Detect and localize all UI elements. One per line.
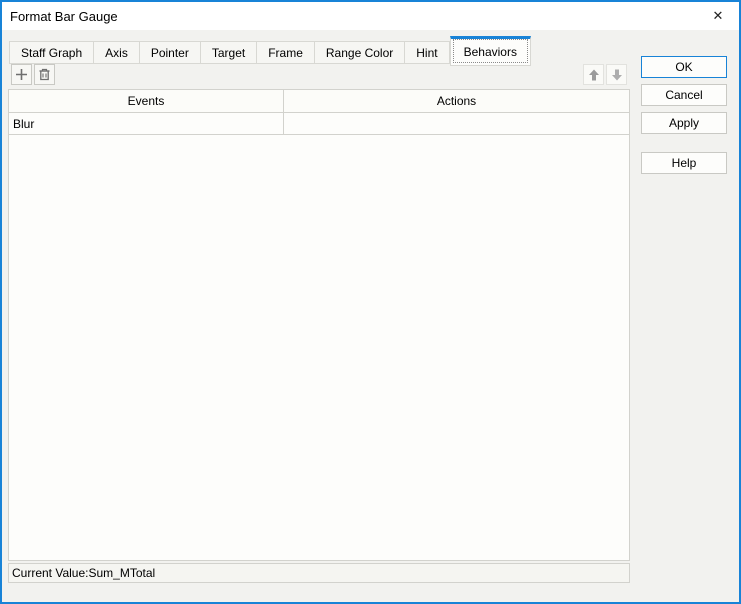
trash-icon (38, 68, 51, 81)
tab-target[interactable]: Target (200, 41, 258, 64)
status-text: Current Value:Sum_MTotal (12, 566, 156, 580)
tab-staff-graph[interactable]: Staff Graph (9, 41, 95, 64)
tab-label: Axis (105, 45, 128, 60)
tab-label: Range Color (325, 45, 394, 60)
up-arrow-icon (587, 68, 601, 82)
table-row[interactable]: Blur (9, 113, 629, 135)
delete-event-button[interactable] (34, 64, 55, 85)
table-empty-area (9, 135, 629, 560)
plus-icon (15, 68, 28, 81)
ok-button[interactable]: OK (641, 56, 727, 78)
cell-action[interactable] (284, 113, 629, 134)
tab-label: Target (211, 45, 246, 60)
move-down-button[interactable] (606, 64, 627, 85)
cancel-button[interactable]: Cancel (641, 84, 727, 106)
tab-label: Staff Graph (21, 45, 83, 60)
format-bar-gauge-dialog: Format Bar Gauge ✕ Staff Graph Axis Poin… (0, 0, 741, 604)
tab-pointer[interactable]: Pointer (139, 41, 201, 64)
cell-event[interactable]: Blur (9, 113, 284, 134)
add-event-button[interactable] (11, 64, 32, 85)
help-button[interactable]: Help (641, 152, 727, 174)
apply-button[interactable]: Apply (641, 112, 727, 134)
tab-range-color[interactable]: Range Color (314, 41, 406, 64)
tab-frame[interactable]: Frame (257, 41, 315, 64)
tab-label: Pointer (150, 45, 189, 60)
tab-hint[interactable]: Hint (405, 41, 450, 64)
tab-axis[interactable]: Axis (94, 41, 140, 64)
move-up-button[interactable] (583, 64, 604, 85)
down-arrow-icon (610, 68, 624, 82)
column-header-events[interactable]: Events (9, 90, 284, 112)
tab-label: Hint (416, 45, 438, 60)
tab-behaviors[interactable]: Behaviors (449, 36, 531, 66)
close-button[interactable]: ✕ (697, 2, 739, 30)
tabbar: Staff Graph Axis Pointer Target Frame Ra… (9, 34, 531, 66)
titlebar: Format Bar Gauge ✕ (2, 2, 739, 30)
close-icon: ✕ (712, 8, 724, 23)
status-bar: Current Value:Sum_MTotal (8, 563, 630, 583)
events-table: Events Actions Blur (8, 89, 630, 561)
table-header: Events Actions (9, 90, 629, 113)
tab-label: Behaviors (463, 45, 517, 59)
column-header-actions[interactable]: Actions (284, 90, 629, 112)
tab-label: Frame (268, 45, 303, 60)
window-title: Format Bar Gauge (10, 8, 118, 24)
